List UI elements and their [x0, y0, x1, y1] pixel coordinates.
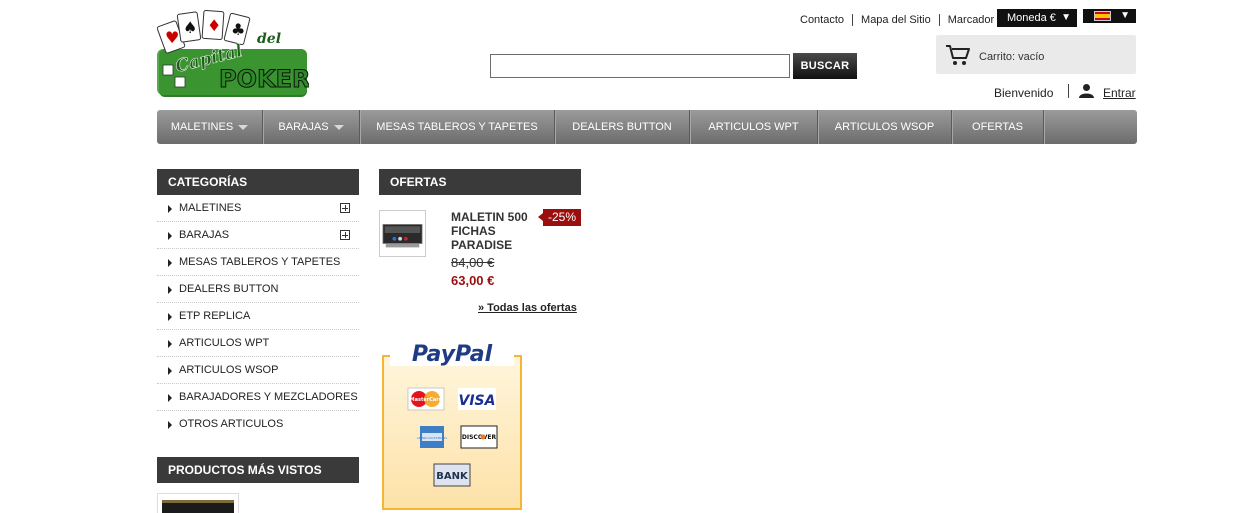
spain-flag-icon: [1094, 11, 1111, 21]
search-input[interactable]: [490, 54, 790, 78]
chevron-down-icon: [333, 124, 344, 130]
expand-plus-icon[interactable]: [340, 203, 350, 213]
language-selector[interactable]: ▼: [1083, 9, 1136, 23]
cart-summary[interactable]: Carrito: vacío: [936, 35, 1136, 74]
visa-icon: VISA: [458, 388, 496, 410]
svg-text:VISA: VISA: [459, 393, 496, 409]
dropdown-arrow-icon: ▼: [1061, 12, 1071, 23]
nav-item-wsop[interactable]: Articulos WSOP: [818, 110, 952, 144]
bookmark-link[interactable]: Marcador: [940, 14, 1002, 26]
discount-badge: -25%: [538, 209, 581, 226]
category-item-etp[interactable]: ETP replica: [157, 303, 359, 330]
logo-text-poker: POKER: [219, 65, 309, 93]
most-viewed-product-thumb[interactable]: [157, 493, 239, 513]
user-icon: [1079, 84, 1094, 98]
amex-icon: AMERICAN EXPRESS: [417, 426, 447, 448]
bullet-arrow-icon: [168, 367, 172, 375]
top-links: Contacto Mapa del Sitio Marcador: [795, 13, 1002, 27]
offer-product-name[interactable]: MALETIN 500 FICHAS PARADISE: [451, 210, 541, 252]
nav-item-dealers[interactable]: Dealers button: [555, 110, 690, 144]
contact-link[interactable]: Contacto: [795, 14, 854, 26]
nav-item-barajas[interactable]: Barajas: [263, 110, 360, 144]
sitemap-link[interactable]: Mapa del Sitio: [853, 14, 940, 26]
nav-item-mesas[interactable]: Mesas tableros y tapetes: [360, 110, 555, 144]
site-logo[interactable]: ♥ ♠ ♦ ♣ Capital del POKER: [157, 9, 309, 99]
mastercard-icon: MasterCard: [407, 387, 445, 411]
most-viewed-title: Productos más vistos: [157, 457, 359, 483]
search-button[interactable]: BUSCAR: [793, 53, 857, 79]
discover-icon: DISCOVER: [460, 425, 498, 449]
bullet-arrow-icon: [168, 286, 172, 294]
svg-text:DISCOVER: DISCOVER: [462, 434, 497, 441]
nav-item-maletines[interactable]: Maletines: [157, 110, 263, 144]
login-link[interactable]: Entrar: [1103, 86, 1136, 100]
bullet-arrow-icon: [168, 259, 172, 267]
bullet-arrow-icon: [168, 394, 172, 402]
offer-product-image[interactable]: [379, 210, 426, 257]
bullet-arrow-icon: [168, 340, 172, 348]
main-nav: Maletines Barajas Mesas tableros y tapet…: [157, 110, 1137, 144]
chevron-down-icon: [238, 124, 249, 130]
svg-text:AMERICAN EXPRESS: AMERICAN EXPRESS: [417, 436, 447, 440]
currency-label: Moneda €: [1007, 12, 1056, 24]
category-item-maletines[interactable]: Maletines: [157, 195, 359, 222]
category-item-wsop[interactable]: Articulos WSOP: [157, 357, 359, 384]
bullet-arrow-icon: [168, 205, 172, 213]
nav-item-wpt[interactable]: Articulos WPT: [690, 110, 818, 144]
category-item-mesas[interactable]: Mesas tableros y tapetes: [157, 249, 359, 276]
bank-icon: BANK: [433, 463, 471, 487]
expand-plus-icon[interactable]: [340, 230, 350, 240]
categories-title: Categorías: [157, 169, 359, 195]
svg-text:MasterCard: MasterCard: [410, 397, 443, 403]
svg-text:♦: ♦: [207, 16, 221, 35]
welcome-text: Bienvenido: [994, 86, 1054, 100]
svg-text:BANK: BANK: [436, 471, 469, 482]
divider: [1068, 84, 1069, 98]
bullet-arrow-icon: [168, 421, 172, 429]
dropdown-arrow-icon: ▼: [1120, 10, 1130, 21]
all-offers-link[interactable]: » Todas las ofertas: [478, 302, 577, 314]
new-price: 63,00 €: [451, 273, 495, 288]
category-item-wpt[interactable]: Articulos WPT: [157, 330, 359, 357]
paypal-payment-banner[interactable]: PayPal MasterCard VISA AMERICAN EXPRESS …: [382, 338, 522, 510]
category-item-barajas[interactable]: Barajas: [157, 222, 359, 249]
svg-text:♣: ♣: [231, 20, 245, 39]
bullet-arrow-icon: [168, 232, 172, 240]
svg-text:♥: ♥: [165, 28, 179, 47]
category-item-otros[interactable]: Otros articulos: [157, 411, 359, 438]
cart-status: Carrito: vacío: [979, 51, 1045, 63]
logo-text-del: del: [257, 31, 281, 47]
category-item-barajadores[interactable]: Barajadores y mezcladores: [157, 384, 359, 411]
paypal-logo-text: PayPal: [412, 342, 493, 367]
currency-selector[interactable]: Moneda € ▼: [997, 9, 1077, 27]
shopping-cart-icon: [946, 45, 970, 65]
category-list: Maletines Barajas Mesas tableros y tapet…: [157, 195, 359, 438]
offers-title: Ofertas: [379, 169, 581, 195]
nav-item-ofertas[interactable]: Ofertas: [952, 110, 1044, 144]
bullet-arrow-icon: [168, 313, 172, 321]
category-item-dealers[interactable]: Dealers button: [157, 276, 359, 303]
old-price: 84,00 €: [451, 255, 495, 270]
svg-text:♠: ♠: [183, 18, 197, 37]
